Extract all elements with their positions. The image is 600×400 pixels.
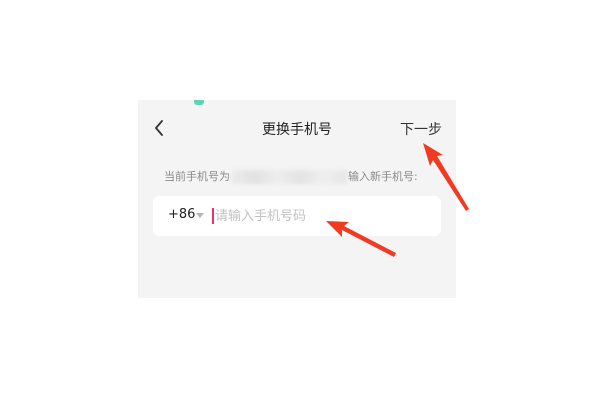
current-phone-hint: 当前手机号为 输入新手机号: xyxy=(164,168,418,184)
text-cursor xyxy=(212,208,214,224)
phone-number-input[interactable] xyxy=(215,205,425,227)
status-indicator xyxy=(194,100,204,105)
screenshot-stage: 更换手机号 下一步 当前手机号为 输入新手机号: +86 xyxy=(0,0,600,400)
hint-prefix: 当前手机号为 xyxy=(164,170,230,183)
caret-down-icon[interactable] xyxy=(196,213,204,218)
nav-bar: 更换手机号 下一步 xyxy=(138,108,456,148)
phone-screen: 更换手机号 下一步 当前手机号为 输入新手机号: +86 xyxy=(138,100,456,298)
country-code-selector[interactable]: +86 xyxy=(168,207,195,222)
phone-input-card: +86 xyxy=(153,196,441,236)
masked-phone-number xyxy=(231,170,347,184)
hint-suffix: 输入新手机号: xyxy=(348,170,418,183)
next-button[interactable]: 下一步 xyxy=(400,119,442,139)
